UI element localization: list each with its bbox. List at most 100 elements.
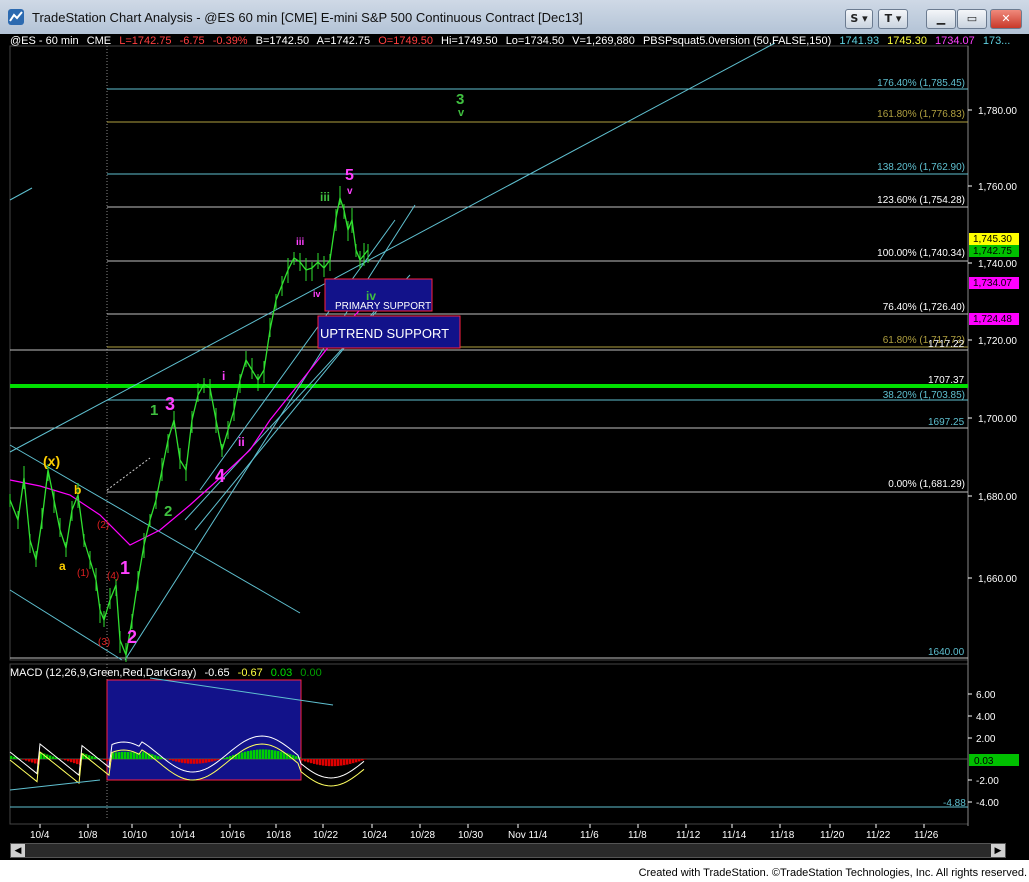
macd-hist-bar	[172, 759, 175, 761]
macd-hist-bar	[70, 759, 73, 763]
macd-hist-bar	[319, 759, 322, 766]
s-menu-button[interactable]: S ▾	[845, 9, 873, 29]
macd-hist-bar	[103, 759, 106, 760]
chart-window[interactable]: PRIMARY SUPPORT UPTREND SUPPORT 3 v 5 v …	[0, 34, 1029, 860]
wave-iv-pink-label: iv	[313, 289, 321, 299]
time-tick-label: 10/16	[220, 830, 245, 841]
macd-tick-label: 2.00	[976, 734, 996, 745]
wave-b-label: b	[74, 483, 81, 497]
header-ind-v4: 173...	[982, 35, 1011, 47]
minimize-button[interactable]: ▁	[926, 9, 956, 29]
short-trendline	[9, 187, 33, 201]
header-indicator: PBSPsquat5.0version (50,FALSE,150)	[642, 35, 832, 47]
scroll-right-arrow-icon[interactable]: ▶	[991, 844, 1005, 857]
wave-1-pink-label: 1	[120, 558, 130, 578]
time-tick-label: 10/4	[30, 830, 50, 841]
header-high: Hi=1749.50	[441, 35, 498, 47]
time-tick-label: 10/22	[313, 830, 338, 841]
header-ask: A=1742.75	[316, 35, 371, 47]
time-tick-label: 10/18	[266, 830, 291, 841]
scroll-left-arrow-icon[interactable]: ◀	[11, 844, 25, 857]
macd-hist-bar	[115, 752, 118, 759]
macd-low-label: -4.88	[943, 798, 966, 809]
header-bid: B=1742.50	[255, 35, 310, 47]
fib-label: 0.00% (1,681.29)	[888, 479, 965, 490]
macd-hist-bar	[361, 759, 364, 761]
time-tick-label: 10/14	[170, 830, 195, 841]
maximize-button[interactable]: ▭	[957, 9, 987, 29]
macd-hist-bar	[346, 759, 349, 765]
macd-hist-bar	[49, 755, 52, 759]
level-label-1707: 1707.37	[928, 375, 965, 386]
macd-hist-bar	[322, 759, 325, 766]
time-tick-label: 10/24	[362, 830, 387, 841]
wave-iii-pink-label: iii	[296, 237, 305, 248]
macd-hist-bar	[124, 751, 127, 759]
macd-tick-label: 6.00	[976, 690, 996, 701]
time-tick-label: 11/6	[580, 830, 599, 841]
fib-label: 161.80% (1,776.83)	[877, 109, 965, 120]
horizontal-scrollbar[interactable]: ◀ ▶	[10, 843, 1006, 858]
window-title-bar[interactable]: TradeStation Chart Analysis - @ES 60 min…	[0, 0, 1029, 35]
header-last: L=1742.75	[119, 35, 172, 47]
macd-hist-bar	[277, 751, 280, 759]
macd-hist-bar	[364, 759, 367, 760]
macd-hist-bar	[280, 751, 283, 759]
price-chart[interactable]: PRIMARY SUPPORT UPTREND SUPPORT 3 v 5 v …	[0, 34, 1029, 860]
fib-label: 38.20% (1,703.85)	[883, 390, 965, 401]
macd-hist-bar	[340, 759, 343, 766]
wave-2-green-label: 2	[164, 503, 172, 520]
price-close-line	[9, 195, 369, 658]
time-tick-label: 11/8	[628, 830, 647, 841]
macd-tick-label: -2.00	[976, 776, 999, 787]
macd-hist-bar	[199, 759, 202, 764]
macd-hist-bar	[259, 749, 262, 759]
macd-hist-bar	[73, 759, 76, 764]
close-button[interactable]: ✕	[990, 9, 1022, 29]
wave-p4-label: (4)	[107, 571, 119, 582]
price-tag: 1,742.75	[973, 246, 1012, 257]
macd-hist-bar	[67, 759, 70, 762]
dashed-guide	[106, 457, 151, 491]
time-tick-label: 10/10	[122, 830, 147, 841]
header-change: -6.75	[179, 35, 205, 47]
macd-v1: -0.65	[204, 667, 230, 679]
level-label-1717: 1717.22	[928, 339, 965, 350]
status-text: Created with TradeStation. ©TradeStation…	[638, 867, 1027, 879]
wave-x-label: (x)	[43, 453, 60, 469]
macd-highlight-box	[106, 679, 302, 781]
wave-2-pink-label: 2	[127, 627, 137, 647]
macd-hist-bar	[157, 756, 160, 759]
time-tick-label: 11/12	[676, 830, 701, 841]
header-low: Lo=1734.50	[505, 35, 565, 47]
price-tag: 1,724.48	[973, 314, 1012, 325]
macd-hist-bar	[118, 752, 121, 759]
macd-hist-bar	[241, 752, 244, 759]
macd-hist-bar	[337, 759, 340, 766]
chart-header: @ES - 60 min CME L=1742.75 -6.75 -0.39% …	[10, 35, 1015, 47]
fib-label: 176.40% (1,785.45)	[877, 78, 965, 89]
macd-hist-bar	[226, 757, 229, 759]
time-tick-label: 11/26	[914, 830, 939, 841]
uptrend-support-label: UPTREND SUPPORT	[320, 326, 449, 341]
macd-header: MACD (12,26,9,Green,Red,DarkGray) -0.65 …	[10, 667, 327, 679]
time-tick-label: 11/14	[722, 830, 747, 841]
macd-label: MACD (12,26,9,Green,Red,DarkGray)	[10, 667, 197, 679]
fib-label: 100.00% (1,740.34)	[877, 248, 965, 259]
macd-hist-bar	[181, 759, 184, 763]
price-tick-label: 1,780.00	[978, 106, 1017, 117]
macd-hist-bar	[184, 759, 187, 764]
time-tick-label: 11/22	[866, 830, 891, 841]
macd-hist-bar	[64, 759, 67, 761]
macd-hist-bar	[325, 759, 328, 766]
fib-label: 123.60% (1,754.28)	[877, 195, 965, 206]
wave-1-green-label: 1	[150, 402, 158, 419]
macd-hist-bar	[10, 755, 13, 759]
macd-v4: 0.00	[300, 667, 322, 679]
macd-axis: 6.00 4.00 2.00 -2.00 -4.00	[968, 690, 999, 809]
wave-5-label: 5	[345, 167, 354, 184]
price-tick-label: 1,660.00	[978, 574, 1017, 585]
t-menu-button[interactable]: T ▾	[878, 9, 908, 29]
moving-average-line	[9, 299, 371, 546]
macd-hist-bar	[202, 759, 205, 764]
